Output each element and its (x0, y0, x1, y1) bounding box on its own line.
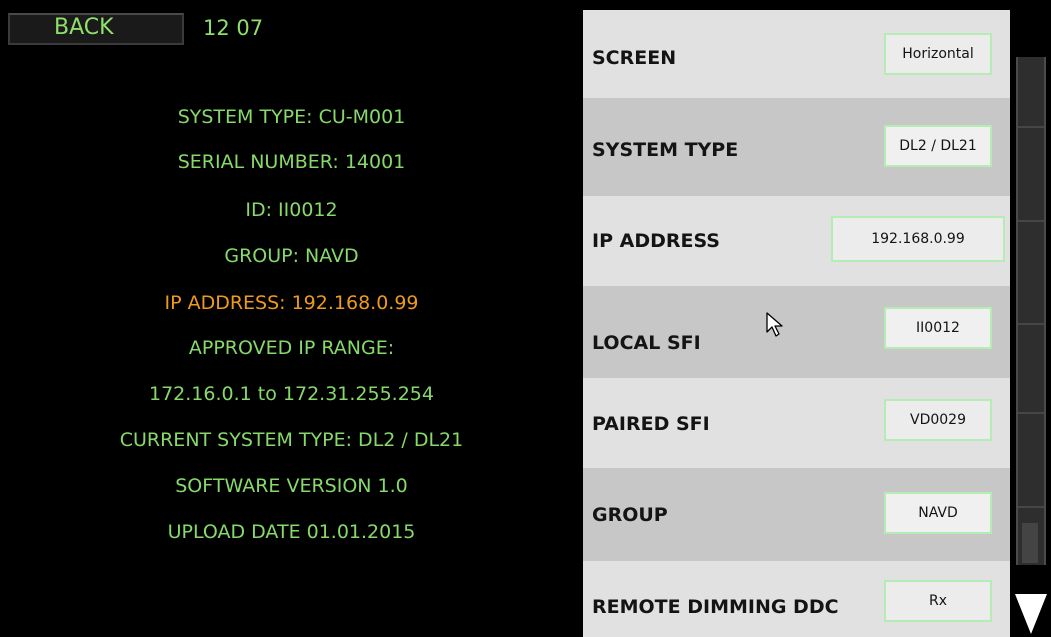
setting-row-screen[interactable]: SCREEN Horizontal (583, 10, 1010, 98)
scrollbar-segment (1018, 506, 1044, 508)
back-button[interactable]: BACK (8, 13, 184, 45)
setting-row-ip-address[interactable]: IP ADDRESS 192.168.0.99 (583, 196, 1010, 286)
scrollbar-segment (1018, 126, 1044, 128)
system-type-text: SYSTEM TYPE: CU-M001 (177, 106, 406, 128)
setting-label: IP ADDRESS (592, 230, 720, 252)
setting-value-field[interactable]: Horizontal (884, 33, 992, 75)
mouse-pointer-icon (766, 312, 783, 337)
group-text: GROUP: NAVD (224, 245, 359, 267)
setting-value-field[interactable]: 192.168.0.99 (831, 216, 1005, 262)
setting-value-field[interactable]: II0012 (884, 307, 992, 349)
info-panel: BACK 12 07 SYSTEM TYPE: CU-M001 SERIAL N… (0, 0, 583, 637)
settings-list: SCREEN Horizontal SYSTEM TYPE DL2 / DL21… (583, 0, 1010, 637)
setting-row-system-type[interactable]: SYSTEM TYPE DL2 / DL21 (583, 98, 1010, 196)
scrollbar-thumb[interactable] (1022, 523, 1038, 563)
approved-ip-range-value: 172.16.0.1 to 172.31.255.254 (149, 383, 434, 405)
id-text: ID: II0012 (245, 199, 338, 221)
setting-value-field[interactable]: NAVD (884, 492, 992, 534)
clock-time: 12 07 (203, 16, 264, 40)
scrollbar-segment (1018, 220, 1044, 222)
setting-label: GROUP (592, 504, 668, 526)
scrollbar-segment (1018, 323, 1044, 325)
scrollbar[interactable] (1010, 0, 1051, 637)
approved-ip-range-label: APPROVED IP RANGE: (188, 337, 395, 359)
ip-address-text: IP ADDRESS: 192.168.0.99 (164, 292, 419, 314)
triangle-down-icon[interactable] (1014, 593, 1048, 635)
setting-row-paired-sfi[interactable]: PAIRED SFI VD0029 (583, 378, 1010, 468)
software-version-text: SOFTWARE VERSION 1.0 (175, 475, 408, 497)
setting-label: LOCAL SFI (592, 332, 701, 354)
setting-value-field[interactable]: Rx (884, 580, 992, 622)
serial-number-text: SERIAL NUMBER: 14001 (177, 151, 406, 173)
setting-label: REMOTE DIMMING DDC (592, 596, 839, 618)
scrollbar-segment (1018, 412, 1044, 414)
current-system-type-text: CURRENT SYSTEM TYPE: DL2 / DL21 (119, 429, 464, 451)
setting-label: SCREEN (592, 47, 677, 69)
back-button-label: BACK (54, 15, 114, 40)
setting-value-field[interactable]: VD0029 (884, 399, 992, 441)
setting-row-remote-dimming-ddc[interactable]: REMOTE DIMMING DDC Rx (583, 561, 1010, 637)
setting-label: SYSTEM TYPE (592, 139, 739, 161)
upload-date-text: UPLOAD DATE 01.01.2015 (167, 521, 416, 543)
setting-row-local-sfi[interactable]: LOCAL SFI II0012 (583, 286, 1010, 378)
scrollbar-track[interactable] (1016, 57, 1046, 565)
setting-row-group[interactable]: GROUP NAVD (583, 468, 1010, 561)
setting-value-field[interactable]: DL2 / DL21 (884, 125, 992, 167)
setting-label: PAIRED SFI (592, 413, 710, 435)
